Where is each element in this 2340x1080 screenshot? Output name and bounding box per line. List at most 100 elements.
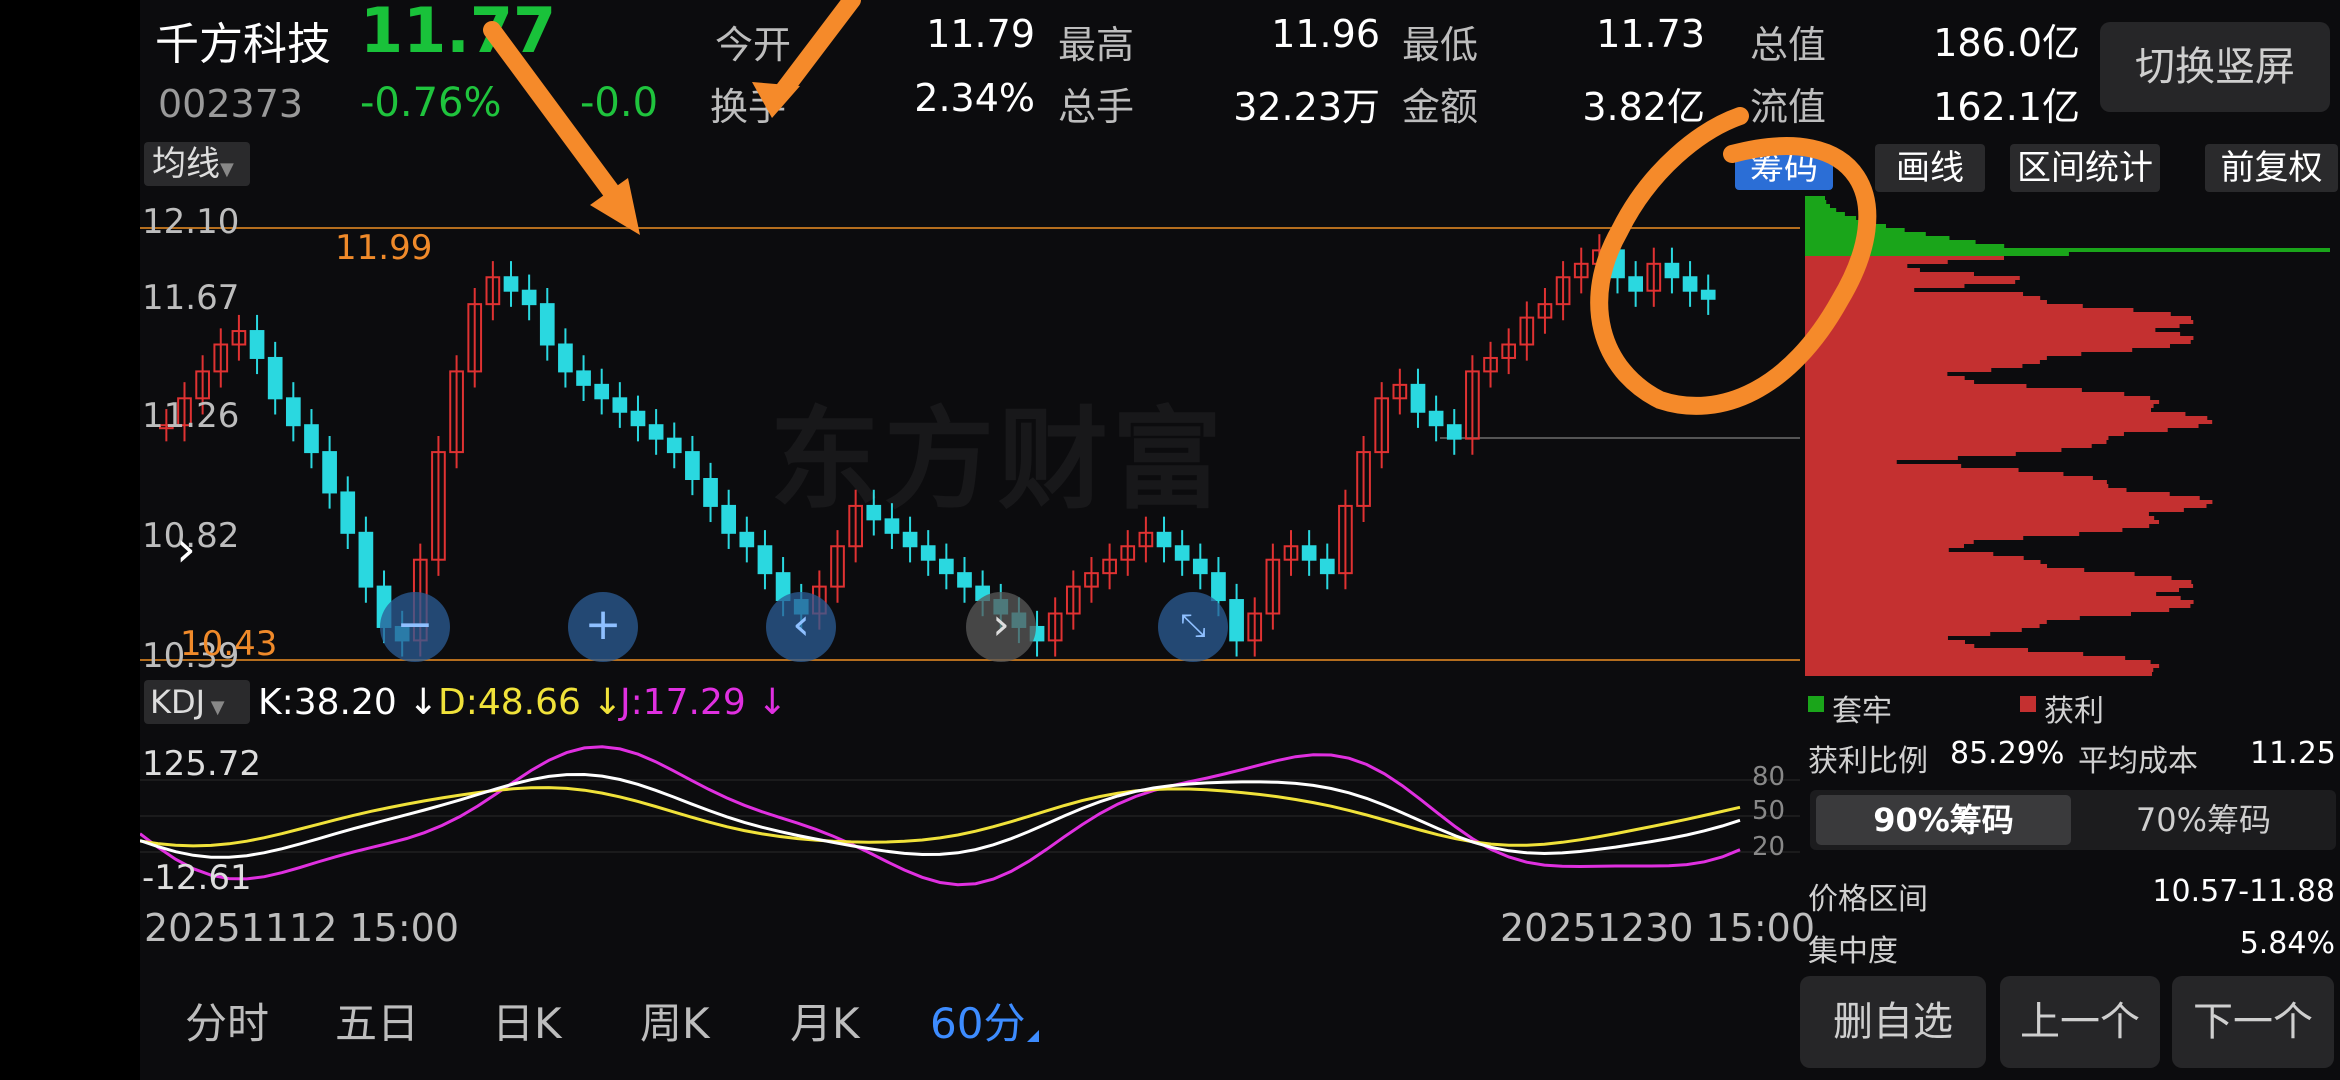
chip-bar [1805, 272, 1974, 276]
zoom-out-button[interactable]: − [380, 592, 450, 662]
chip-bar [1805, 448, 2062, 452]
previous-stock-button[interactable]: 上一个 [2000, 976, 2160, 1068]
chip-bar [1805, 432, 2124, 436]
candle [1410, 383, 1426, 413]
time-axis-end: 20251230 15:00 [1500, 906, 1816, 950]
change-amount: -0.0 [580, 80, 659, 126]
indicator-name: KDJ [150, 683, 206, 721]
candle [703, 478, 718, 507]
candle [1610, 249, 1625, 279]
draw-line-button[interactable]: 画线 [1875, 144, 1985, 192]
chip-bar [1805, 456, 1958, 460]
remove-watchlist-button[interactable]: 删自选 [1800, 976, 1986, 1068]
tab-chip-70[interactable]: 70%筹码 [2076, 795, 2331, 845]
chip-bar [1805, 424, 2199, 428]
chip-bar [1805, 440, 2107, 444]
chip-bar [1805, 672, 2153, 676]
high-marker: 11.99 [335, 228, 433, 268]
chip-bar [1805, 604, 2191, 608]
turnover-value: 2.34% [914, 76, 1035, 120]
candle [521, 289, 537, 306]
chip-bar [1805, 320, 2194, 324]
chip-bar [1805, 360, 2040, 364]
collapse-icon[interactable]: ⤡ [1158, 592, 1228, 662]
chip-bar [1805, 592, 2157, 596]
candle [340, 491, 356, 534]
candle [1174, 545, 1190, 561]
chip-bar [1805, 408, 2151, 412]
chip-bar [1805, 588, 2180, 592]
candle [539, 303, 555, 346]
candle [739, 531, 755, 548]
chip-bar [1805, 268, 1920, 272]
next-stock-button[interactable]: 下一个 [2172, 976, 2334, 1068]
indicator-selector[interactable]: KDJ ▼ [144, 680, 250, 724]
chip-bar [1805, 312, 2171, 316]
chip-bar [1805, 552, 1994, 556]
scroll-left-button[interactable]: ‹ [766, 592, 836, 662]
chip-bar [1805, 444, 2092, 448]
chip-bar [1805, 212, 1845, 216]
chip-bar [1805, 292, 2024, 296]
period-dropdown-icon[interactable] [1027, 1030, 1039, 1042]
profit-ratio-label: 获利比例 [1808, 744, 1928, 779]
chip-bar [1805, 504, 2207, 508]
candle [1446, 424, 1462, 440]
app-root: 千方科技 11.77 002373 -0.76% -0.0 今开 11.79 最… [140, 0, 2340, 1080]
tab-chip-90[interactable]: 90%筹码 [1816, 795, 2071, 845]
chip-bar [1805, 668, 2154, 672]
profit-legend-swatch [2020, 696, 2036, 712]
trapped-legend-label: 套牢 [1832, 694, 1892, 729]
scroll-right-button[interactable]: › [966, 592, 1036, 662]
candle [902, 531, 918, 548]
chip-bar [1805, 296, 2041, 300]
chip-bar [1805, 316, 2192, 320]
candle [1211, 572, 1226, 602]
chip-bar [1805, 520, 2160, 524]
tab-60min[interactable]: 60分 [930, 990, 1025, 1051]
tab-weekly[interactable]: 周K [640, 990, 710, 1051]
stock-name: 千方科技 [155, 19, 331, 70]
zoom-in-button[interactable]: + [568, 592, 638, 662]
chip-bar [1805, 612, 2132, 616]
chip-tab[interactable]: 筹码 [1735, 146, 1833, 190]
avg-cost-label: 平均成本 [2078, 744, 2198, 779]
chip-bar [1805, 636, 1948, 640]
chip-bar [1805, 620, 2047, 624]
switch-portrait-button[interactable]: 切换竖屏 [2100, 22, 2330, 112]
kdj-y-top: 125.72 [142, 744, 261, 784]
chip-bar [1805, 500, 2213, 504]
chip-bar [1805, 452, 2016, 456]
amount-label: 金额 [1402, 85, 1479, 129]
chip-bar [1805, 284, 1965, 288]
candle [939, 558, 954, 575]
change-percent: -0.76% [360, 80, 502, 126]
tab-minute[interactable]: 分时 [185, 990, 269, 1051]
chip-bar [1805, 576, 2172, 580]
candle [1229, 599, 1244, 642]
candle [648, 424, 664, 440]
tab-daily[interactable]: 日K [492, 990, 562, 1051]
chip-bar [1805, 388, 2082, 392]
chip-bar [1805, 288, 1915, 292]
chip-bar [1805, 596, 2181, 600]
chip-bar [1805, 556, 2024, 560]
chip-bar [1805, 220, 1870, 224]
range-stat-button[interactable]: 区间统计 [2010, 144, 2160, 192]
candle [685, 451, 700, 481]
chip-bar [1805, 468, 2019, 472]
chip-bar [1805, 648, 2029, 652]
tab-five-day[interactable]: 五日 [335, 990, 419, 1051]
chip-bar [1805, 276, 2020, 280]
chip-bar [1805, 380, 1975, 384]
ma-selector[interactable]: 均线▼ [144, 142, 250, 186]
chip-bar [1805, 228, 1905, 232]
adjust-button[interactable]: 前复权 [2205, 144, 2338, 192]
tab-monthly[interactable]: 月K [790, 990, 860, 1051]
price-range-label: 价格区间 [1808, 882, 1928, 917]
kdj-d: D:48.66 ↓ [438, 682, 623, 723]
chip-bar [1805, 264, 1908, 268]
kdj-level-20: 20 [1752, 832, 1786, 862]
chip-bar [1805, 376, 1965, 380]
expand-arrow-icon[interactable]: › [176, 520, 196, 578]
